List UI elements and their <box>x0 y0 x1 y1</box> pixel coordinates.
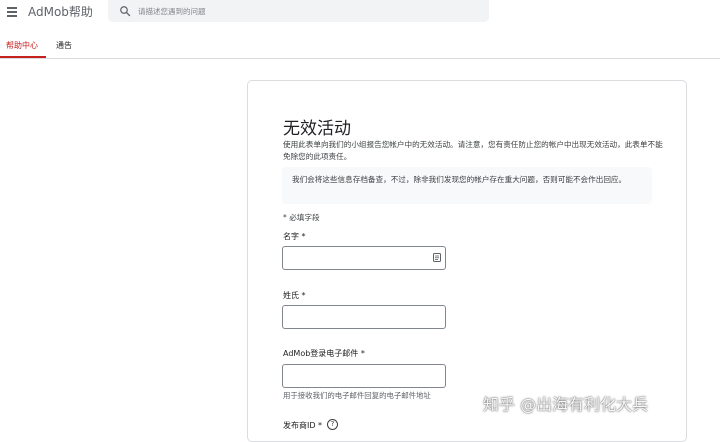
form-description: 使用此表单向我们的小组报告您帐户中的无效活动。请注意，您有责任防止您的帐户中出现… <box>283 140 663 161</box>
app-title[interactable]: AdMob帮助 <box>28 3 93 20</box>
first-name-label: 名字 * <box>283 232 306 241</box>
search-input[interactable] <box>138 3 478 19</box>
search-icon[interactable] <box>119 5 131 17</box>
last-name-field[interactable] <box>282 305 446 329</box>
last-name-input[interactable] <box>289 309 424 325</box>
email-input[interactable] <box>289 368 424 384</box>
watermark: 知乎 @出海有利化大兵 <box>483 395 649 414</box>
email-label: AdMob登录电子邮件 * <box>283 349 365 358</box>
tab-bar: 帮助中心 通告 <box>0 34 720 58</box>
notice-text: 我们会将这些信息存档备查，不过，除非我们发现您的帐户存在重大问题，否则可能不会作… <box>292 175 627 184</box>
menu-icon[interactable] <box>7 6 19 18</box>
top-bar: AdMob帮助 <box>0 0 720 30</box>
tabs-divider <box>0 58 720 59</box>
publisher-id-label: 发布商ID * <box>283 421 323 430</box>
notice-box: 我们会将这些信息存档备查，不过，除非我们发现您的帐户存在重大问题，否则可能不会作… <box>282 167 652 204</box>
search-bar[interactable] <box>108 0 489 22</box>
first-name-input[interactable] <box>289 250 424 266</box>
last-name-label: 姓氏 * <box>283 291 306 300</box>
required-fields-note: * 必填字段 <box>283 213 320 222</box>
autofill-icon[interactable] <box>433 253 441 262</box>
email-field[interactable] <box>282 364 446 388</box>
tab-help-center[interactable]: 帮助中心 <box>6 40 38 51</box>
help-icon[interactable]: ? <box>327 419 338 430</box>
email-helper-text: 用于接收我们的电子邮件回复的电子邮件地址 <box>283 391 431 400</box>
form-card: 无效活动 使用此表单向我们的小组报告您帐户中的无效活动。请注意，您有责任防止您的… <box>247 80 687 442</box>
first-name-field[interactable] <box>282 246 446 270</box>
page-title: 无效活动 <box>283 119 351 139</box>
tab-announcements[interactable]: 通告 <box>56 40 72 51</box>
